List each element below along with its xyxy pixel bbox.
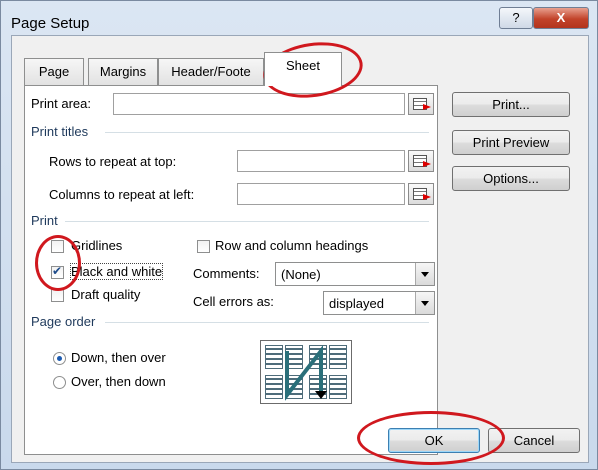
divider: [105, 132, 429, 133]
columns-to-repeat-label: Columns to repeat at left:: [49, 187, 195, 202]
dialog-body: Page Margins Header/Foote Sheet Print ar…: [11, 35, 589, 463]
rows-to-repeat-input[interactable]: [237, 150, 405, 172]
print-area-label: Print area:: [31, 96, 91, 111]
cell-errors-select[interactable]: displayed: [323, 291, 435, 315]
title-bar: Page Setup ? X: [1, 1, 597, 35]
black-and-white-checkbox[interactable]: [51, 264, 64, 279]
page-setup-dialog: Page Setup ? X Page Margins Header/Foote…: [0, 0, 598, 470]
cell-errors-label: Cell errors as:: [193, 294, 274, 309]
divider: [105, 322, 429, 323]
sheet-tab-pane: Print area: Print titles Rows to repeat …: [24, 85, 438, 455]
gridlines-checkbox[interactable]: [51, 240, 64, 253]
comments-value: (None): [281, 267, 321, 282]
columns-to-repeat-input[interactable]: [237, 183, 405, 205]
rows-picker-icon[interactable]: [408, 150, 434, 172]
black-and-white-label: Black and white: [69, 263, 164, 280]
tab-header-footer[interactable]: Header/Foote: [158, 58, 264, 85]
down-then-over-radio[interactable]: [53, 352, 66, 365]
gridlines-label: Gridlines: [71, 238, 123, 253]
print-area-picker-icon[interactable]: [408, 93, 434, 115]
dialog-title: Page Setup: [11, 15, 90, 32]
chevron-down-icon[interactable]: [415, 263, 434, 285]
draft-quality-checkbox[interactable]: [51, 289, 64, 302]
help-button[interactable]: ?: [499, 7, 533, 29]
tab-page[interactable]: Page: [24, 58, 84, 85]
options-button[interactable]: Options...: [452, 166, 570, 191]
rows-to-repeat-label: Rows to repeat at top:: [49, 154, 177, 169]
ok-button[interactable]: OK: [388, 428, 480, 453]
tab-sheet[interactable]: Sheet: [264, 52, 342, 86]
print-button[interactable]: Print...: [452, 92, 570, 117]
print-group: Print: [31, 213, 58, 228]
page-order-group: Page order: [31, 314, 96, 329]
over-then-down-radio[interactable]: [53, 376, 66, 389]
row-column-headings-checkbox[interactable]: [197, 240, 210, 253]
cancel-button[interactable]: Cancel: [488, 428, 580, 453]
down-then-over-label: Down, then over: [71, 350, 166, 365]
cell-errors-value: displayed: [329, 296, 384, 311]
row-column-headings-label: Row and column headings: [215, 238, 369, 253]
print-titles-group: Print titles: [31, 124, 89, 139]
comments-select[interactable]: (None): [275, 262, 435, 286]
print-area-input[interactable]: [113, 93, 405, 115]
over-then-down-label: Over, then down: [71, 374, 166, 389]
tab-margins[interactable]: Margins: [88, 58, 158, 85]
draft-quality-label: Draft quality: [71, 287, 141, 302]
page-order-arrow-icon: [285, 345, 327, 401]
columns-picker-icon[interactable]: [408, 183, 434, 205]
comments-label: Comments:: [193, 266, 260, 281]
page-order-preview-icon: [260, 340, 352, 404]
print-preview-button[interactable]: Print Preview: [452, 130, 570, 155]
divider: [65, 221, 429, 222]
close-button[interactable]: X: [533, 7, 589, 29]
chevron-down-icon[interactable]: [415, 292, 434, 314]
